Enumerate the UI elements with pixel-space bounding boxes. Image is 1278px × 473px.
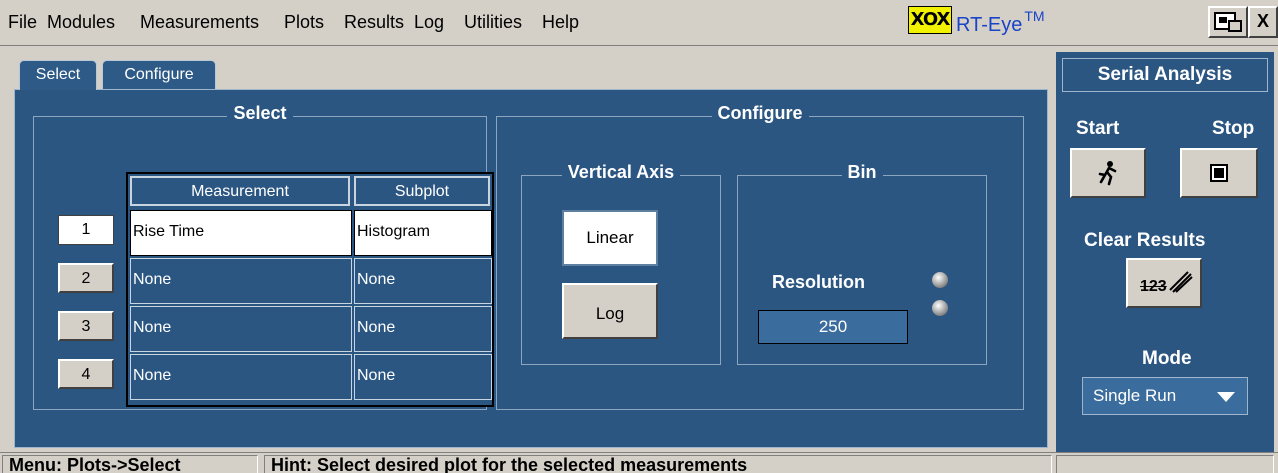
table-row[interactable]: None None [130,258,492,306]
log-scale-button[interactable]: Log [562,283,658,339]
table-row[interactable]: None None [130,354,492,402]
main-panel: Select Configure Select Measurement Subp… [6,52,1048,452]
clear-results-label: Clear Results [1084,230,1206,251]
serial-analysis-panel: Serial Analysis Start Stop Clear Results… [1056,52,1274,452]
chevron-down-icon [1217,392,1235,402]
subplot-cell[interactable]: None [354,306,492,352]
status-menu-path: Menu: Plots->Select [2,455,258,473]
subplot-cell[interactable]: Histogram [354,210,492,256]
row-number-button-4[interactable]: 4 [58,359,114,389]
clear-results-button[interactable]: 123 [1126,258,1202,308]
status-bar: Menu: Plots->Select Hint: Select desired… [0,452,1278,473]
column-header-measurement: Measurement [130,176,350,206]
select-group-title: Select [227,103,293,123]
select-group: Select Measurement Subplot Rise Time His… [33,103,494,410]
menu-bar: File Modules Measurements Plots Results … [0,0,1278,46]
clear-results-icon-text: 123 [1140,278,1167,295]
row-number-button-1[interactable]: 1 [58,215,114,245]
measurement-cell[interactable]: None [130,306,352,352]
start-button[interactable] [1070,148,1146,198]
menu-modules[interactable]: Modules [45,10,117,34]
column-header-subplot: Subplot [354,176,490,206]
resolution-label: Resolution [772,272,865,292]
coarse-adjust-knob[interactable] [932,272,948,288]
configure-group-title: Configure [711,103,809,123]
brand-name: RT-Eye TM [956,8,1045,38]
menu-log[interactable]: Log [412,10,446,34]
stop-square-icon [1210,164,1228,182]
subplot-cell[interactable]: None [354,258,492,304]
vertical-axis-title: Vertical Axis [561,162,681,182]
menu-help[interactable]: Help [540,10,581,34]
minimize-window-button[interactable] [1208,6,1248,38]
measurement-cell[interactable]: None [130,258,352,304]
clear-results-icon: 123 [1128,260,1200,306]
resolution-field[interactable]: 250 [758,310,908,344]
tab-configure[interactable]: Configure [102,60,216,90]
mode-label: Mode [1142,348,1192,369]
row-number-button-2[interactable]: 2 [58,263,114,293]
menu-plots[interactable]: Plots [282,10,326,34]
linear-scale-button[interactable]: Linear [562,210,658,266]
menu-file[interactable]: File [6,10,39,34]
mode-value: Single Run [1093,386,1177,405]
menu-utilities[interactable]: Utilities [462,10,524,34]
table-row[interactable]: None None [130,306,492,354]
subplot-cell[interactable]: None [354,354,492,400]
measurement-cell[interactable]: None [130,354,352,400]
close-window-button[interactable]: X [1248,6,1278,38]
start-label: Start [1076,118,1120,139]
measurement-table: Measurement Subplot Rise Time Histogram … [126,172,494,407]
vertical-axis-group: Vertical Axis Linear Log [521,162,721,365]
eraser-icon [1169,271,1193,293]
stop-label: Stop [1212,118,1255,139]
tab-select[interactable]: Select [19,60,97,90]
serial-analysis-title: Serial Analysis [1062,58,1268,92]
status-hint: Hint: Select desired plot for the select… [264,455,1052,473]
menu-results[interactable]: Results [342,10,406,34]
brand-logo: XOX [908,6,952,34]
row-number-button-3[interactable]: 3 [58,311,114,341]
bin-group: Bin Resolution 250 [737,162,987,365]
status-extra [1056,455,1274,473]
fine-adjust-knob[interactable] [932,300,948,316]
stop-button[interactable] [1180,148,1258,198]
brand-trademark: TM [1024,8,1045,24]
bin-title: Bin [841,162,883,182]
minimize-window-icon [1214,12,1242,32]
menu-measurements[interactable]: Measurements [138,10,261,34]
measurement-cell[interactable]: Rise Time [130,210,352,256]
table-row[interactable]: Rise Time Histogram [130,210,492,258]
configure-group: Configure Vertical Axis Linear Log Bin R… [496,103,1024,410]
brand-title: RT-Eye [956,14,1023,36]
tab-content: Select Measurement Subplot Rise Time His… [14,89,1048,448]
running-man-icon [1098,161,1117,186]
mode-dropdown[interactable]: Single Run [1082,377,1248,415]
